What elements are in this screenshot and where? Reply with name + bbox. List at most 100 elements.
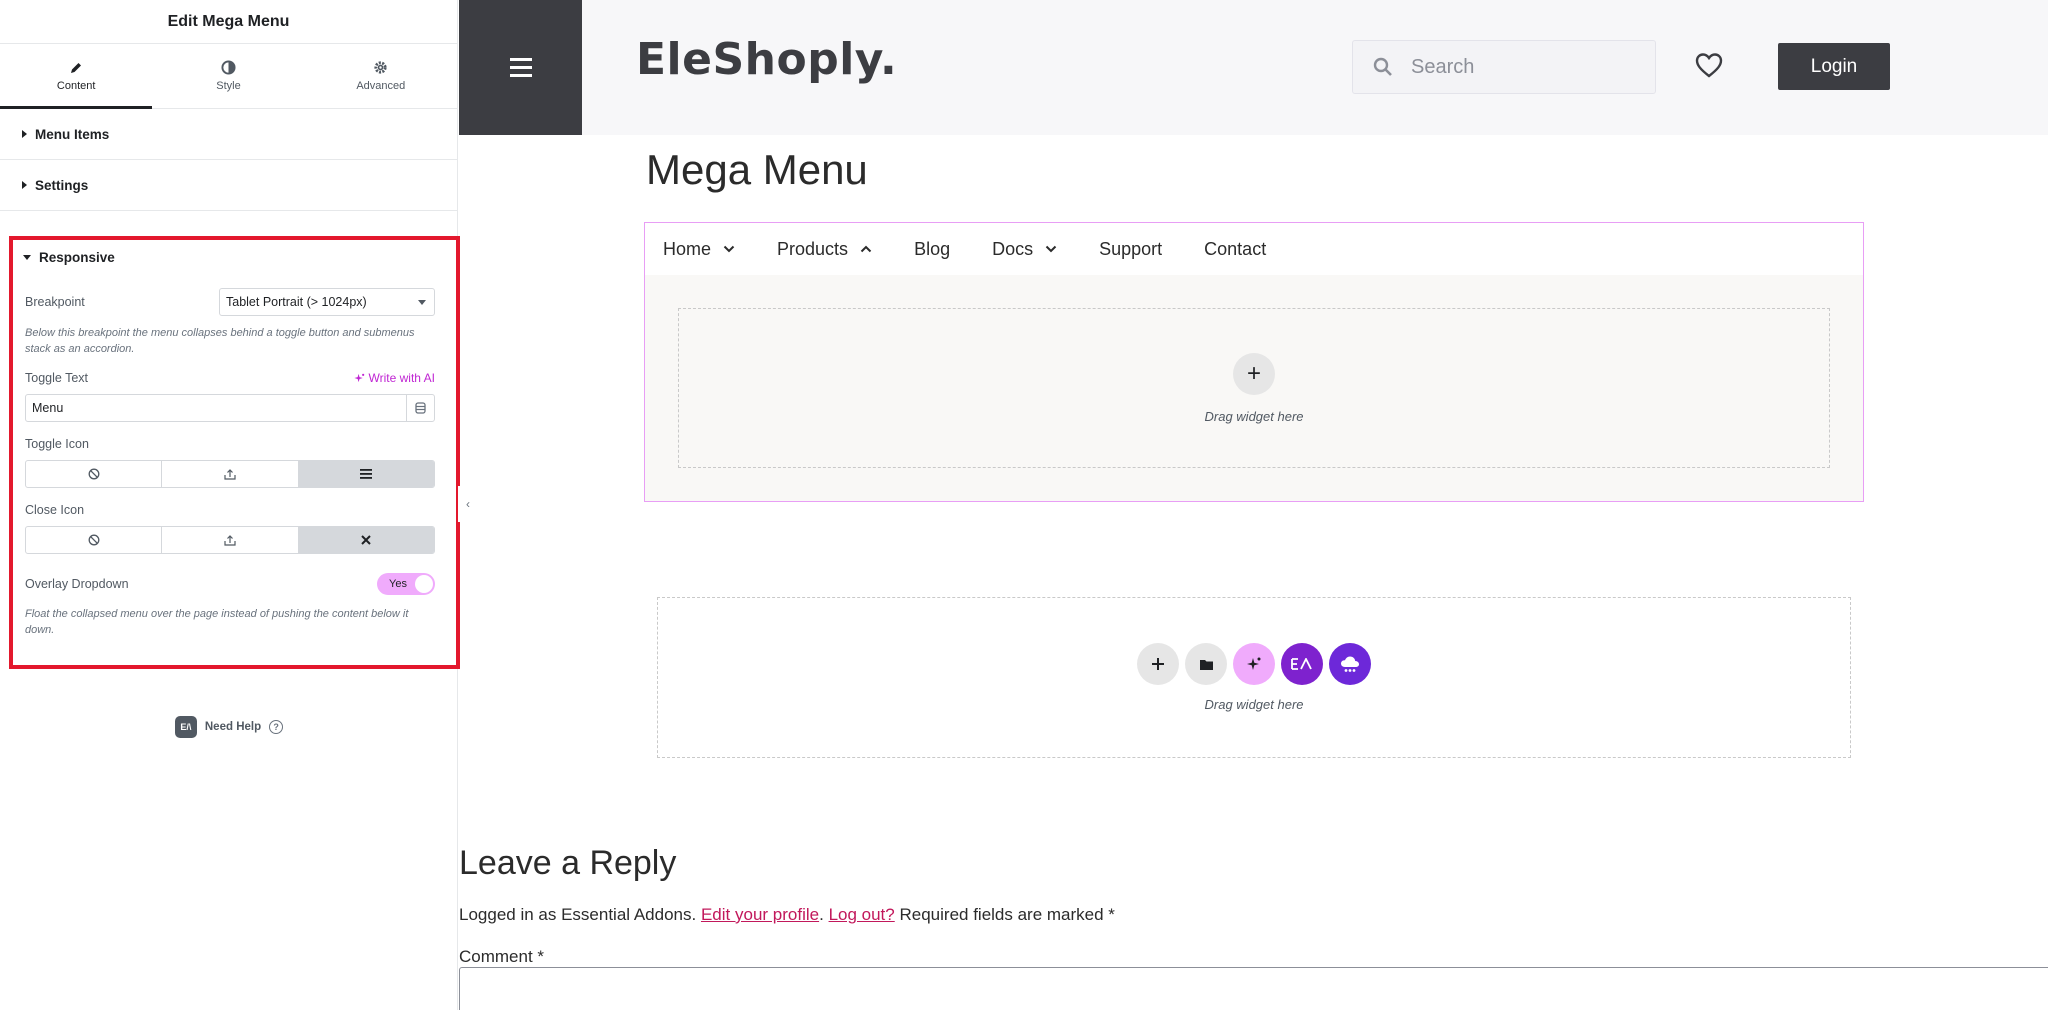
add-section-button[interactable] xyxy=(1137,643,1179,685)
close-icon-label: Close Icon xyxy=(25,503,85,517)
close-icon-row: Close Icon xyxy=(25,503,435,517)
menu-item-home[interactable]: Home xyxy=(663,239,735,260)
add-widget-button[interactable]: + xyxy=(1233,352,1275,395)
half-circle-icon xyxy=(221,60,236,75)
menu-item-label: Docs xyxy=(992,238,1034,259)
database-icon xyxy=(415,402,426,414)
heart-icon xyxy=(1695,53,1723,78)
site-menu-button[interactable] xyxy=(459,0,582,135)
folder-icon xyxy=(1199,659,1213,670)
plus-icon: + xyxy=(1246,359,1261,387)
overlay-toggle-value: Yes xyxy=(389,578,407,590)
toggle-text-label: Toggle Text xyxy=(25,371,89,385)
add-template-button[interactable] xyxy=(1185,643,1227,685)
ban-icon xyxy=(88,534,100,546)
close-icon-choices xyxy=(25,526,435,554)
toggle-icon-row: Toggle Icon xyxy=(25,437,435,451)
log-out-link[interactable]: Log out? xyxy=(829,905,895,924)
logged-in-line: Logged in as Essential Addons. Edit your… xyxy=(459,905,1115,925)
section-menu-items-label: Menu Items xyxy=(35,126,110,142)
overlay-description: Float the collapsed menu over the page i… xyxy=(25,608,409,636)
section-responsive-header[interactable]: Responsive xyxy=(23,240,435,274)
chevron-down-icon xyxy=(1045,245,1057,253)
close-icon xyxy=(361,535,372,545)
menu-item-blog[interactable]: Blog xyxy=(914,239,950,260)
period: . xyxy=(819,905,824,924)
gear-icon xyxy=(374,61,387,74)
hamburger-icon xyxy=(509,58,532,77)
required-fields-text: Required fields are marked * xyxy=(899,905,1115,924)
essential-addons-icon xyxy=(1291,658,1312,670)
login-button[interactable]: Login xyxy=(1778,43,1890,90)
page-title: Mega Menu xyxy=(646,146,868,193)
close-icon-upload[interactable] xyxy=(162,527,299,553)
menu-item-products[interactable]: Products xyxy=(777,239,872,260)
templately-button[interactable] xyxy=(1329,643,1371,685)
section-settings[interactable]: Settings xyxy=(0,160,457,211)
upload-icon xyxy=(224,469,236,480)
ban-icon xyxy=(88,468,100,480)
need-help-label: Need Help xyxy=(204,721,262,733)
tab-style-label: Style xyxy=(216,80,241,92)
menu-item-docs[interactable]: Docs xyxy=(992,239,1057,260)
toggle-icon-upload[interactable] xyxy=(162,461,299,487)
close-icon-none[interactable] xyxy=(26,527,163,553)
site-logo[interactable]: EleShoply. xyxy=(636,34,897,85)
caret-right-icon xyxy=(22,130,27,138)
menu-item-label: Products xyxy=(777,238,849,259)
write-with-ai-link[interactable]: Write with AI xyxy=(353,371,435,385)
tab-content[interactable]: Content xyxy=(0,44,153,109)
overlay-label: Overlay Dropdown xyxy=(25,577,129,591)
panel-title: Edit Mega Menu xyxy=(0,0,457,44)
overlay-toggle[interactable]: Yes xyxy=(377,573,435,595)
essential-addons-button[interactable] xyxy=(1281,643,1323,685)
dynamic-tags-button[interactable] xyxy=(406,395,434,421)
hamburger-icon xyxy=(360,469,373,479)
section-menu-items[interactable]: Menu Items xyxy=(0,109,457,160)
breakpoint-select[interactable]: Tablet Portrait (> 1024px) xyxy=(219,288,435,316)
overlay-row: Overlay Dropdown Yes xyxy=(25,573,435,595)
section-dropzone[interactable]: Drag widget here xyxy=(657,597,1851,758)
ai-button[interactable] xyxy=(1233,643,1275,685)
submenu-dropzone[interactable]: + Drag widget here xyxy=(678,308,1830,468)
section-responsive-label: Responsive xyxy=(39,249,115,265)
sparkle-icon xyxy=(353,373,364,382)
comment-textarea[interactable] xyxy=(459,967,2048,1010)
menu-item-support[interactable]: Support xyxy=(1099,239,1162,260)
logged-in-text: Logged in as Essential Addons. xyxy=(459,905,697,924)
toggle-text-row: Toggle Text Write with AI xyxy=(25,371,435,385)
search-icon xyxy=(1373,57,1392,76)
toggle-icon-choices xyxy=(25,460,435,488)
close-icon-x[interactable] xyxy=(298,527,434,553)
tab-content-label: Content xyxy=(56,79,96,92)
write-with-ai-label: Write with AI xyxy=(368,371,435,385)
site-search[interactable]: Search xyxy=(1352,40,1656,94)
page-preview: EleShoply. Search Login Mega Menu Home P… xyxy=(459,0,2048,1010)
drag-widget-text: Drag widget here xyxy=(1204,697,1304,712)
toggle-icon-none[interactable] xyxy=(26,461,163,487)
menu-item-contact[interactable]: Contact xyxy=(1204,239,1266,260)
toggle-knob xyxy=(415,575,433,593)
menu-item-label: Contact xyxy=(1204,238,1267,259)
sparkle-icon xyxy=(1247,657,1261,670)
tab-style[interactable]: Style xyxy=(152,44,304,108)
wishlist-button[interactable] xyxy=(1695,52,1723,83)
reply-title: Leave a Reply xyxy=(459,844,677,882)
caret-down-icon xyxy=(23,254,31,260)
tab-advanced-label: Advanced xyxy=(356,80,406,92)
submenu-panel: + Drag widget here xyxy=(645,275,1863,501)
toggle-icon-hamburger[interactable] xyxy=(298,461,434,487)
menu-item-label: Home xyxy=(663,238,712,259)
need-help-link[interactable]: E/\ Need Help ? xyxy=(0,716,458,738)
breakpoint-row: Breakpoint Tablet Portrait (> 1024px) xyxy=(25,288,435,316)
edit-profile-link[interactable]: Edit your profile xyxy=(701,905,819,924)
mega-menu-widget[interactable]: Home Products Blog Docs Support Contact xyxy=(644,222,1864,502)
essential-addons-logo: E/\ xyxy=(174,716,197,738)
tab-advanced[interactable]: Advanced xyxy=(305,44,457,108)
toggle-text-input[interactable]: Menu xyxy=(26,395,406,421)
toggle-icon-label: Toggle Icon xyxy=(25,437,89,451)
plus-icon xyxy=(1152,658,1164,670)
breakpoint-value: Tablet Portrait (> 1024px) xyxy=(226,295,367,309)
cloud-icon xyxy=(1341,656,1359,672)
chevron-down-icon xyxy=(723,245,735,253)
